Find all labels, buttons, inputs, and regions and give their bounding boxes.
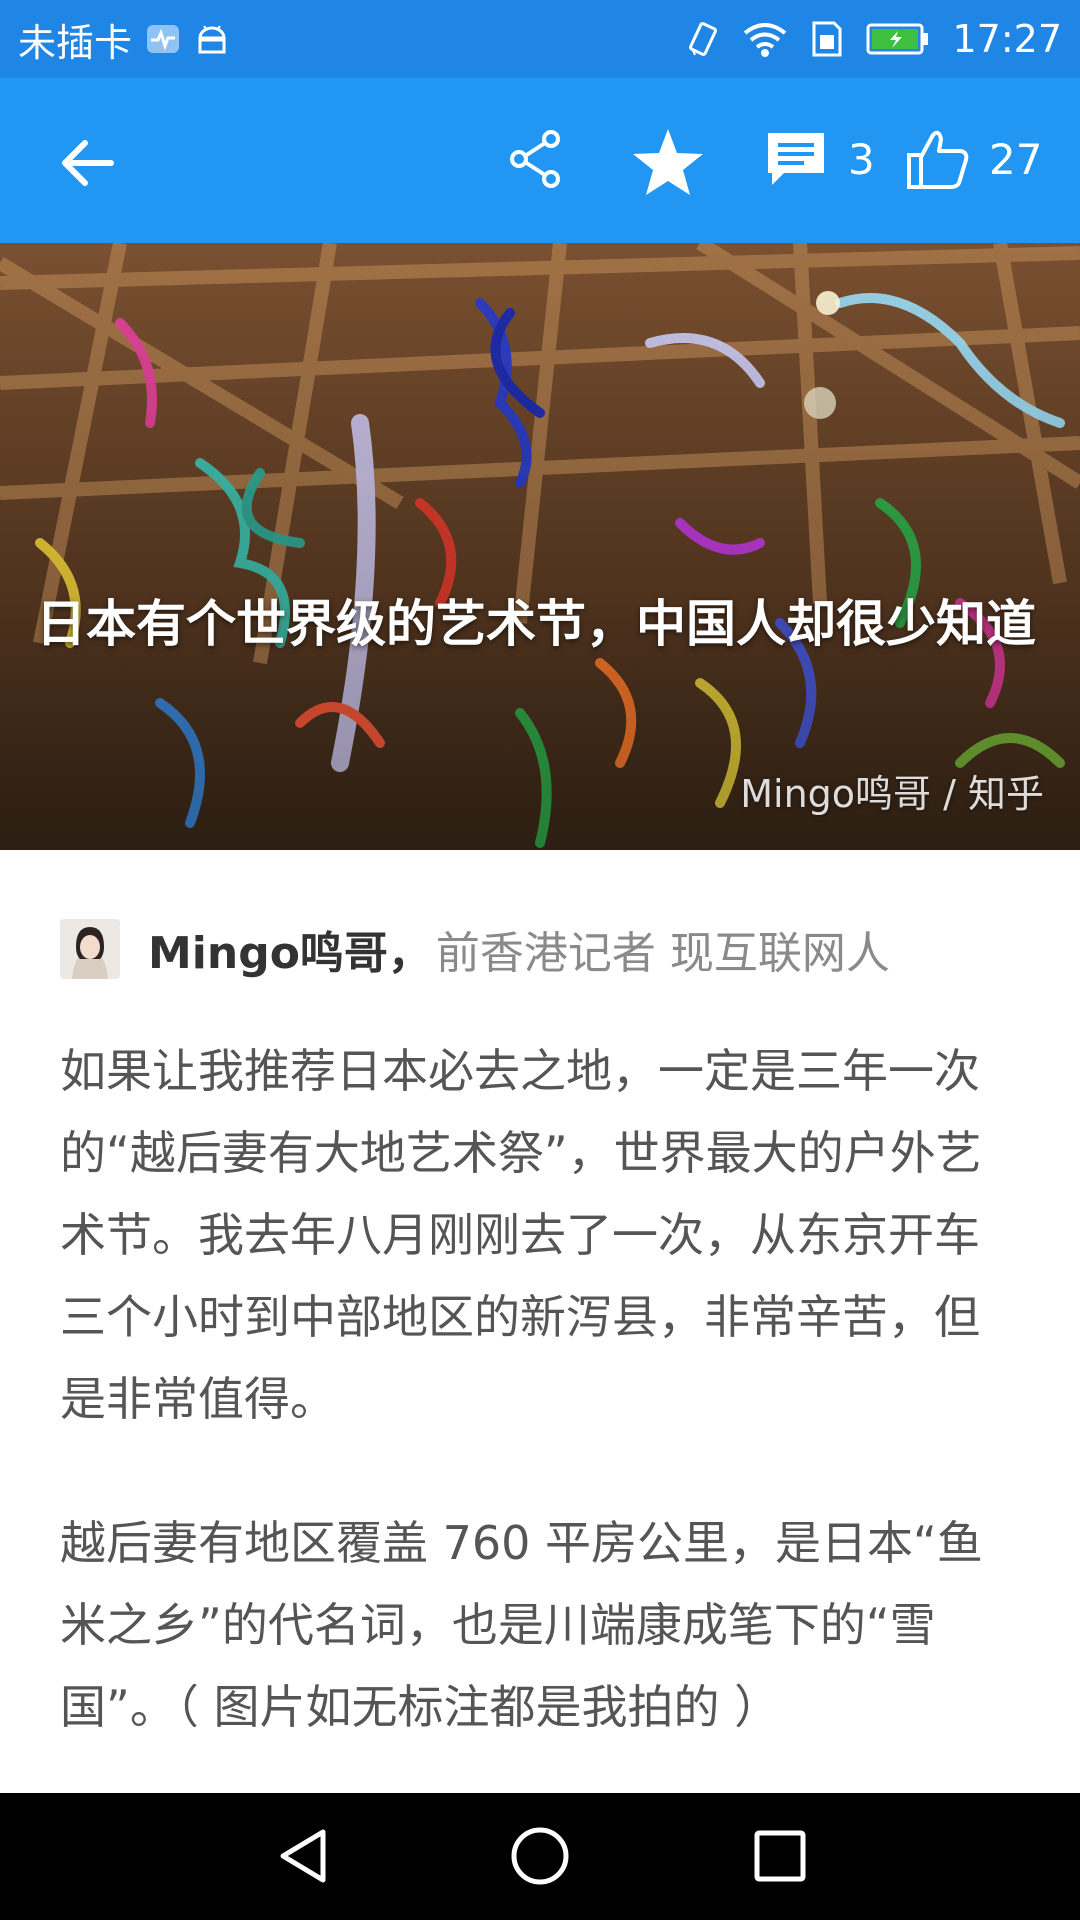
clock: 17:27 <box>952 17 1062 61</box>
app-bar: 3 27 <box>0 78 1080 243</box>
back-nav-button[interactable] <box>268 1821 338 1891</box>
comments-button[interactable]: 3 <box>764 124 875 194</box>
author-name[interactable]: Mingo鸣哥， <box>148 917 432 981</box>
share-button[interactable] <box>500 124 570 194</box>
like-button[interactable]: 27 <box>905 122 1042 196</box>
article-title: 日本有个世界级的艺术节，中国人却很少知道 <box>36 595 1036 653</box>
back-button[interactable] <box>52 128 122 198</box>
hero-photo <box>0 243 1080 850</box>
star-icon <box>633 129 703 195</box>
paragraph: 越后妻有地区覆盖 760 平房公里，是日本“鱼米之乡”的代名词，也是川端康成笔下… <box>60 1516 983 1734</box>
battery-icon <box>866 22 930 56</box>
wifi-icon <box>742 21 788 57</box>
status-bar: 未插卡 17:27 <box>0 0 1080 78</box>
vibrate-icon <box>686 20 720 58</box>
article-body: 如果让我推荐日本必去之地，一定是三年一次的“越后妻有大地艺术祭”，世界最大的户外… <box>60 1030 1020 1810</box>
navigation-bar <box>0 1793 1080 1920</box>
paragraph: 如果让我推荐日本必去之地，一定是三年一次的“越后妻有大地艺术祭”，世界最大的户外… <box>60 1044 982 1426</box>
favorite-button[interactable] <box>628 122 708 202</box>
comment-icon <box>768 133 824 185</box>
sim-icon <box>810 21 844 57</box>
android-icon <box>194 24 230 54</box>
carrier-label: 未插卡 <box>18 20 133 65</box>
circle-home-icon <box>511 1827 569 1885</box>
recents-nav-button[interactable] <box>745 1821 815 1891</box>
hero-image[interactable]: 日本有个世界级的艺术节，中国人却很少知道 Mingo鸣哥 / 知乎 <box>0 243 1080 850</box>
author-row[interactable]: Mingo鸣哥， 前香港记者 现互联网人 <box>60 914 890 984</box>
square-recents-icon <box>754 1830 806 1882</box>
image-credit: Mingo鸣哥 / 知乎 <box>740 772 1044 816</box>
arrow-left-icon <box>62 140 114 186</box>
home-nav-button[interactable] <box>505 1821 575 1891</box>
thumbs-up-icon <box>907 130 969 189</box>
author-bio: 前香港记者 现互联网人 <box>435 928 890 979</box>
share-icon <box>510 130 560 188</box>
avatar[interactable] <box>60 919 120 979</box>
triangle-back-icon <box>280 1829 326 1883</box>
health-icon <box>146 24 180 54</box>
like-count: 27 <box>989 134 1043 184</box>
comment-count: 3 <box>848 134 875 184</box>
